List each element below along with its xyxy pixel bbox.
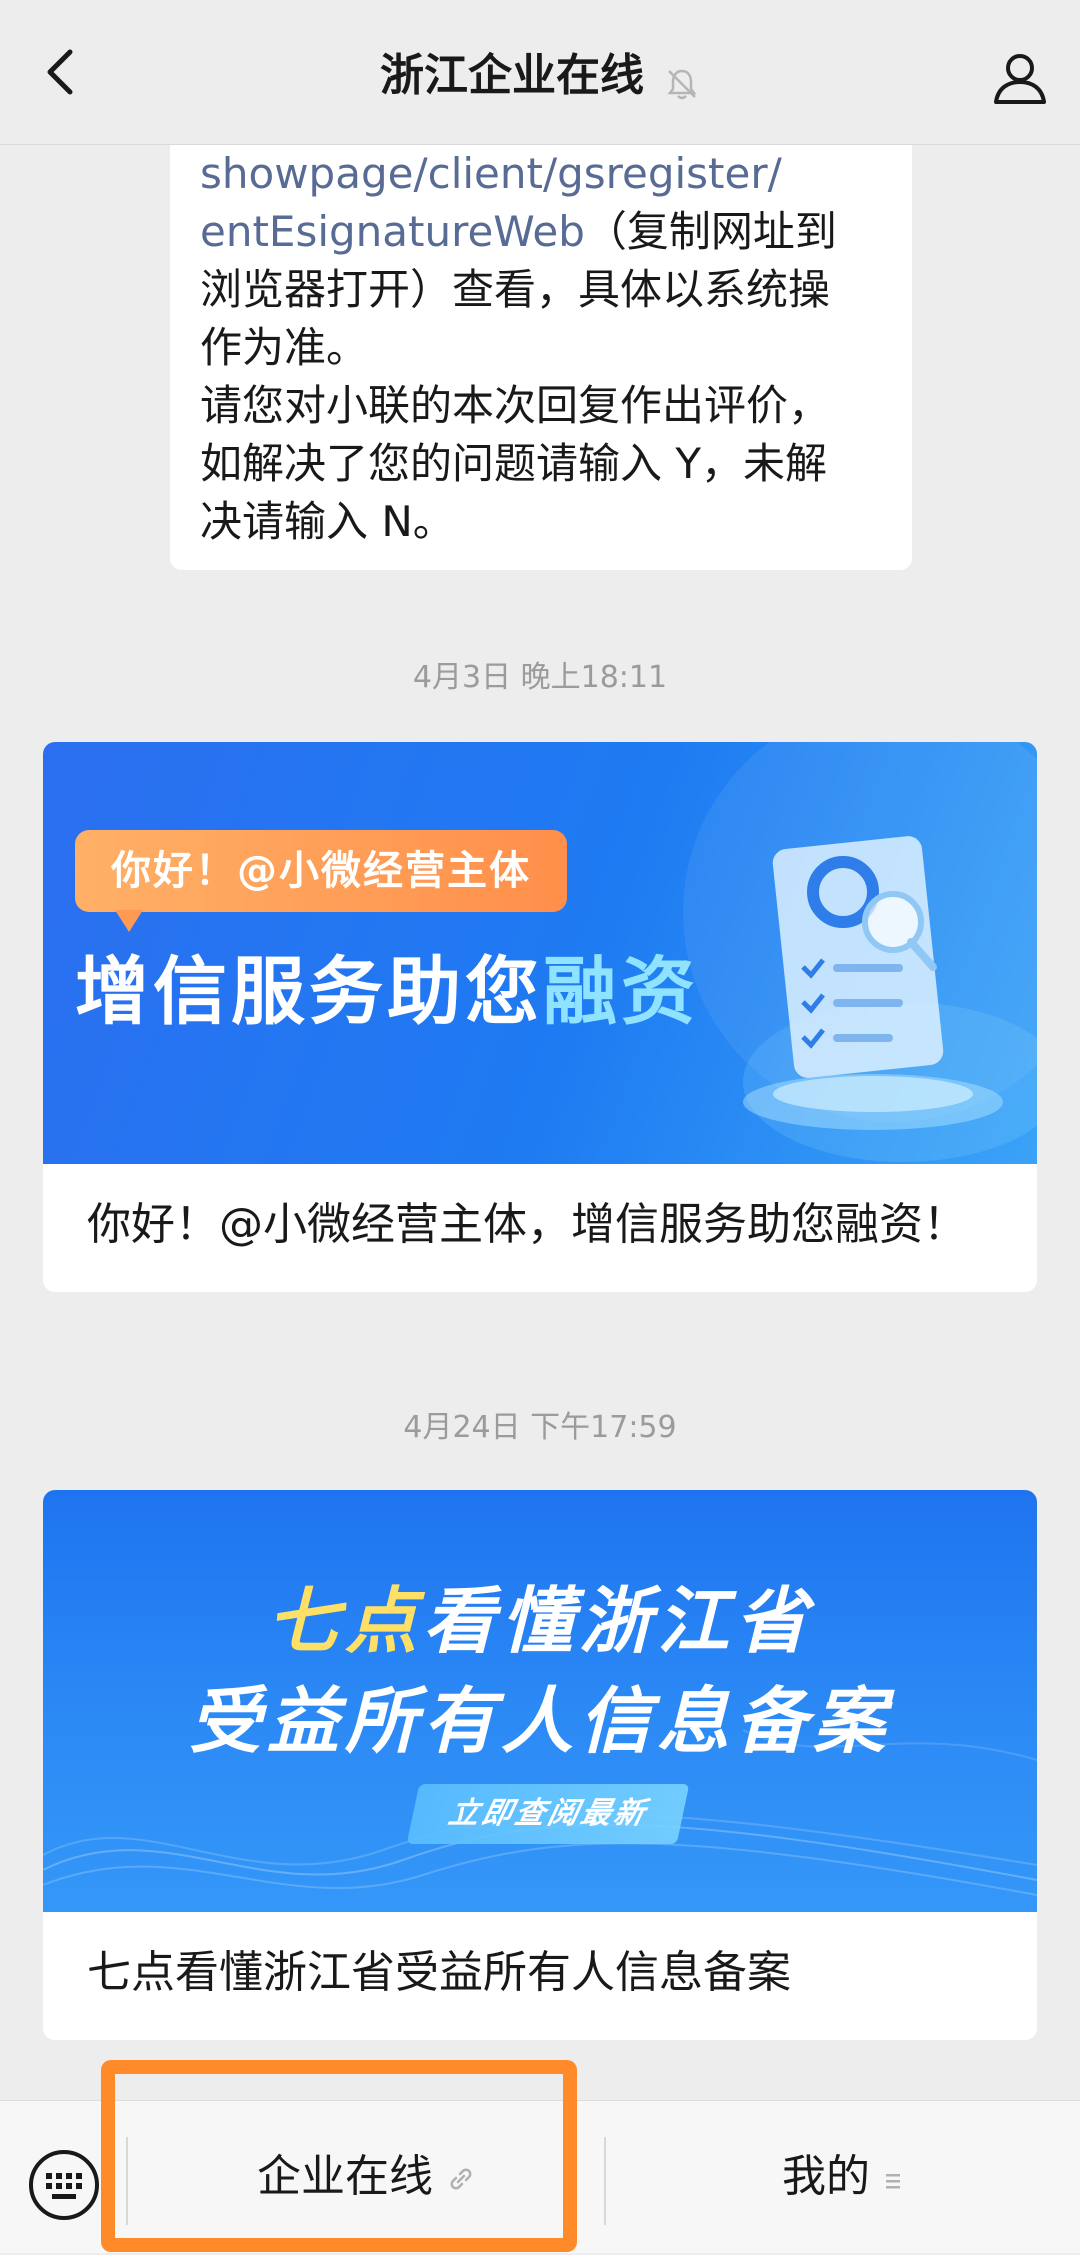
keyboard-toggle-button[interactable] (28, 2149, 100, 2221)
message-text: （复制网址到 (584, 207, 837, 256)
banner-headline-line1: 七点看懂浙江省 (43, 1576, 1037, 1666)
keyboard-icon (29, 2150, 99, 2220)
highlight-box (101, 2060, 577, 2252)
banner-headline: 增信服务助您融资 (75, 942, 699, 1042)
article-title[interactable]: 七点看懂浙江省受益所有人信息备案 (43, 1912, 1037, 2040)
banner-headline-line2: 受益所有人信息备案 (188, 1679, 891, 1763)
person-icon (994, 54, 1046, 104)
message-text: 决请输入 N。 (200, 497, 455, 546)
menu-item-mine[interactable]: 我的 (606, 2101, 1080, 2253)
message-text: 如解决了您的问题请输入 Y，未解 (200, 439, 828, 488)
message-timestamp: 4月3日 晚上18:11 (412, 660, 668, 695)
article-card[interactable]: 七点看懂浙江省 受益所有人信息备案 立即查阅最新 七点看懂浙江省受益所有人信息备… (43, 1490, 1037, 2040)
document-illustration-icon (743, 836, 1003, 1130)
chat-title-text: 浙江企业在线 (380, 50, 644, 101)
chat-history[interactable]: showpage/client/gsregister/ entEsignatur… (0, 145, 1080, 2100)
message-text: 请您对小联的本次回复作出评价， (200, 381, 831, 430)
message-timestamp: 4月24日 下午17:59 (403, 1410, 677, 1445)
text-message-bubble[interactable]: showpage/client/gsregister/ entEsignatur… (170, 145, 912, 570)
chat-header: 浙江企业在线 (0, 0, 1080, 145)
message-text: 浏览器打开）查看，具体以系统操 (200, 265, 831, 314)
article-cover-image: 你好！@小微经营主体 增信服务助您融资 (43, 742, 1037, 1164)
message-text: 作为准。 (200, 323, 369, 372)
menu-item-label: 我的 (782, 2151, 870, 2202)
message-link-part2[interactable]: entEsignatureWeb (200, 207, 585, 256)
banner-headline-rest: 看懂浙江省 (423, 1579, 814, 1663)
chat-profile-button[interactable] (990, 48, 1050, 108)
article-card[interactable]: 你好！@小微经营主体 增信服务助您融资 你好！@小微经营主体，增信服务助您融资！ (43, 742, 1037, 1292)
banner-headline-main: 增信服务助您 (75, 949, 543, 1035)
article-cover-image: 七点看懂浙江省 受益所有人信息备案 立即查阅最新 (43, 1490, 1037, 1912)
message-link-part1[interactable]: showpage/client/gsregister/ (200, 149, 782, 198)
bell-muted-icon (664, 60, 700, 100)
banner-headline-accent: 七点 (266, 1579, 423, 1663)
chat-title: 浙江企业在线 (0, 48, 1080, 104)
menu-lines-icon (884, 2103, 904, 2255)
banner-cta-pill: 立即查阅最新 (406, 1784, 690, 1844)
banner-headline-accent: 融资 (543, 949, 699, 1035)
article-title[interactable]: 你好！@小微经营主体，增信服务助您融资！ (43, 1164, 1037, 1292)
banner-tag: 你好！@小微经营主体 (75, 830, 567, 932)
